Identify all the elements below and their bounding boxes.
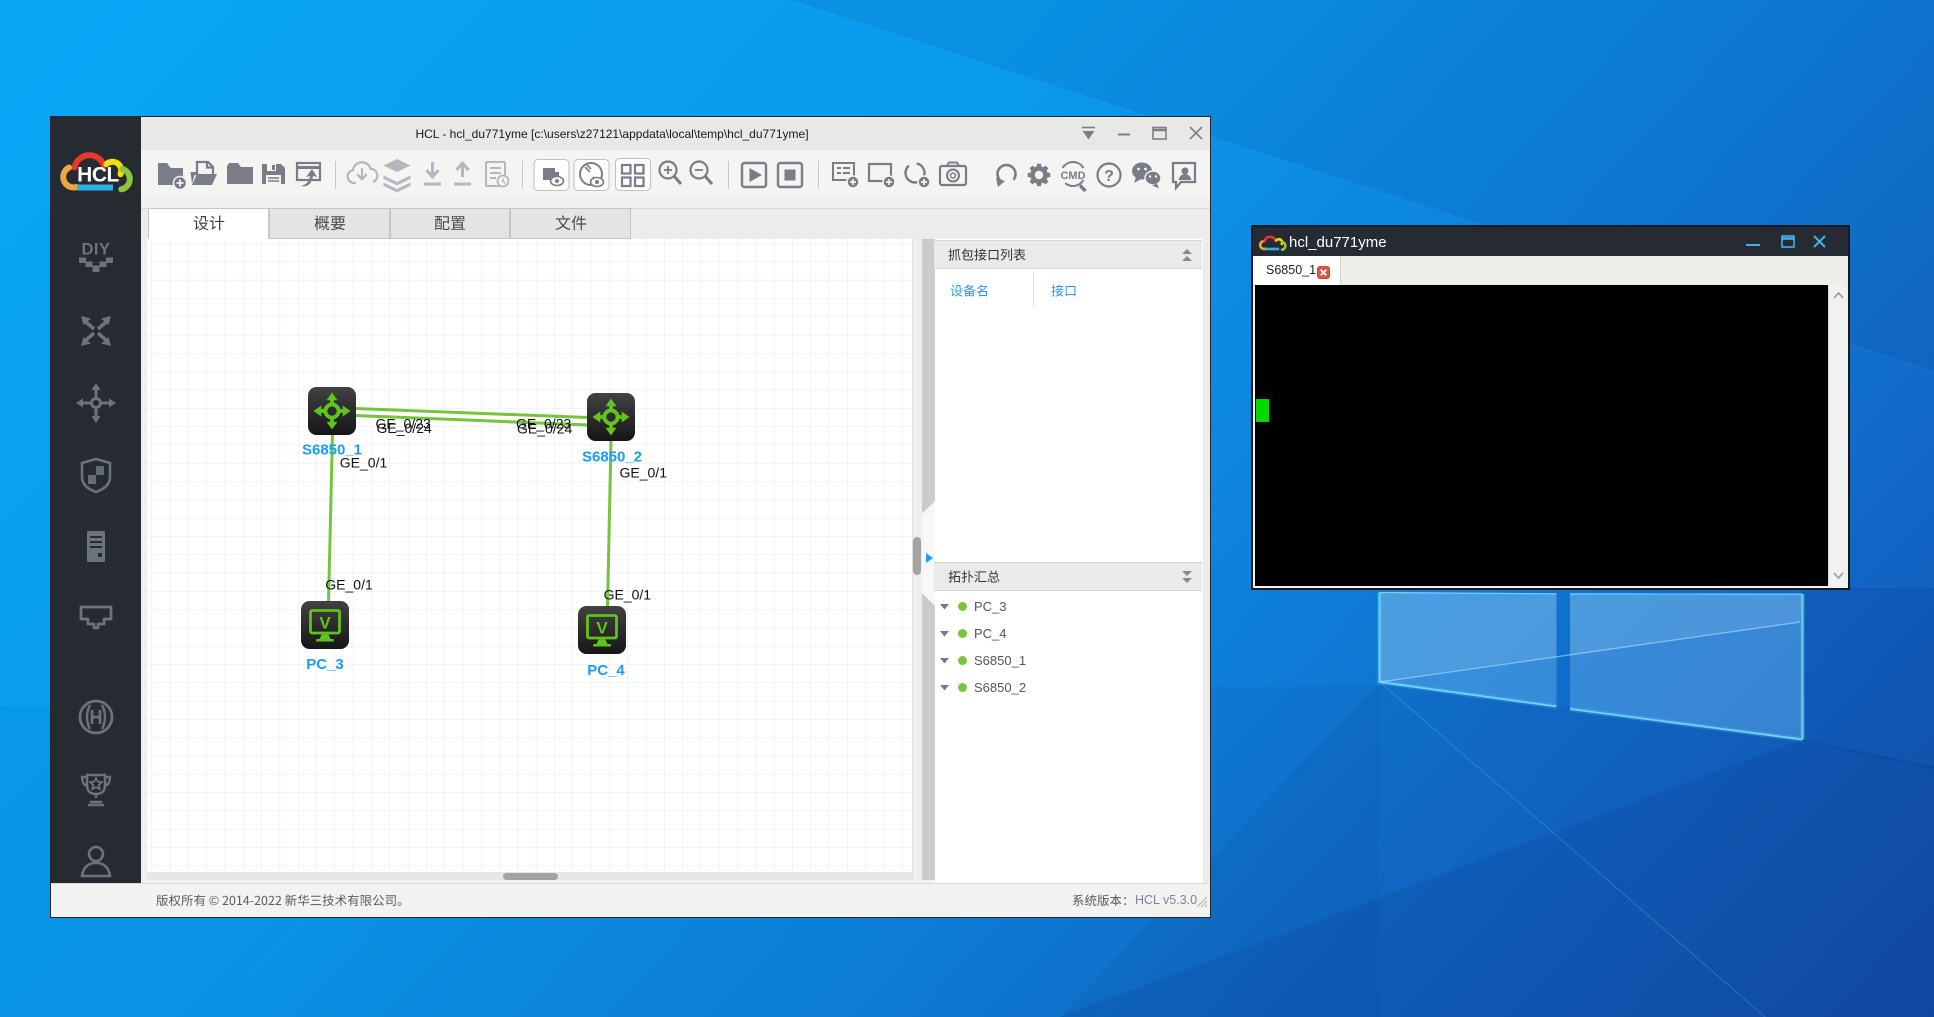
svg-text:GE_0/24: GE_0/24	[377, 420, 432, 436]
svg-text:?: ?	[1104, 168, 1114, 185]
svg-text:GE_0/1: GE_0/1	[604, 587, 652, 603]
svg-text:GE_0/24: GE_0/24	[517, 420, 572, 436]
svg-text:DIY: DIY	[81, 241, 110, 259]
svg-text:GE_0/1: GE_0/1	[325, 577, 373, 593]
svg-text:HCL: HCL	[77, 164, 119, 187]
svg-text:PC_3: PC_3	[306, 656, 344, 673]
svg-text:CMD: CMD	[1060, 170, 1085, 182]
svg-text:V: V	[596, 619, 608, 638]
svg-text:PC_4: PC_4	[587, 662, 625, 679]
svg-text:GE_0/1: GE_0/1	[620, 465, 668, 481]
svg-text:S6850_2: S6850_2	[582, 449, 642, 466]
svg-text:S6850_1: S6850_1	[302, 442, 362, 459]
svg-text:V: V	[319, 614, 331, 633]
